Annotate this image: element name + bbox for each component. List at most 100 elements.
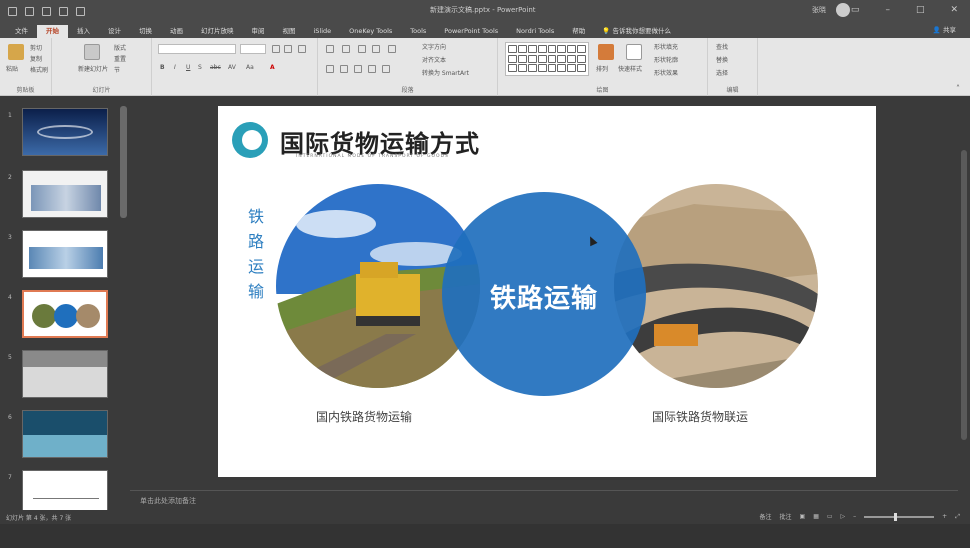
font-name-combo[interactable] [158, 44, 236, 54]
tell-me-search[interactable]: 💡 告诉我你想要做什么 [602, 25, 671, 38]
customize-toolbar-icon[interactable] [76, 6, 85, 16]
thumbnail-scrollbar[interactable] [120, 106, 127, 218]
tab-animations[interactable]: 动画 [161, 25, 192, 38]
shape-effects-button[interactable]: 形状效果 [654, 68, 678, 77]
shadow-button[interactable]: S [198, 64, 202, 71]
tab-transitions[interactable]: 切换 [130, 25, 161, 38]
justify-icon[interactable] [368, 65, 376, 73]
section-button[interactable]: 节 [114, 65, 120, 74]
bold-button[interactable]: B [160, 64, 165, 71]
arrange-icon[interactable] [598, 44, 614, 60]
underline-button[interactable]: U [186, 64, 190, 71]
numbering-icon[interactable] [342, 45, 350, 53]
notes-toggle[interactable]: 备注 [759, 512, 771, 521]
tab-tools[interactable]: Tools [401, 25, 435, 38]
shapes-gallery[interactable] [505, 42, 589, 76]
comments-toggle[interactable]: 批注 [780, 512, 792, 521]
slide-thumbnail[interactable] [22, 410, 108, 458]
tab-view[interactable]: 视图 [274, 25, 305, 38]
line-spacing-icon[interactable] [388, 45, 396, 53]
tab-insert[interactable]: 插入 [68, 25, 99, 38]
start-from-beginning-icon[interactable] [59, 6, 68, 16]
reading-view-icon[interactable]: ▭ [827, 513, 833, 520]
share-button[interactable]: 👤 共享 [933, 24, 956, 34]
tab-pptools[interactable]: PowerPoint Tools [435, 25, 507, 38]
slide-thumbnail[interactable] [22, 108, 108, 156]
slide-canvas[interactable]: 国际货物运输方式 INTERNATIONAL MODE OF TRANSPORT… [218, 106, 876, 477]
tab-onekey[interactable]: OneKey Tools [340, 25, 401, 38]
tab-nordri[interactable]: Nordri Tools [507, 25, 563, 38]
slide-scrollbar[interactable] [958, 96, 970, 510]
sorter-view-icon[interactable]: ▦ [813, 513, 819, 520]
paste-icon[interactable] [8, 44, 24, 60]
align-center-icon[interactable] [340, 65, 348, 73]
change-case-button[interactable]: Aa [246, 64, 254, 71]
decrease-indent-icon[interactable] [358, 45, 366, 53]
slide-thumbnail[interactable] [22, 350, 108, 398]
scrollbar-thumb[interactable] [961, 150, 967, 440]
shape-outline-button[interactable]: 形状轮廓 [654, 55, 678, 64]
save-icon[interactable] [8, 6, 17, 16]
redo-icon[interactable] [42, 6, 51, 16]
zoom-slider[interactable] [864, 512, 935, 521]
decrease-font-icon[interactable] [284, 45, 292, 53]
bullets-icon[interactable] [326, 45, 334, 53]
slide-vertical-text[interactable]: 铁 路 运 输 [246, 204, 266, 304]
minimize-icon[interactable]: – [885, 5, 890, 15]
find-button[interactable]: 查找 [716, 42, 728, 51]
font-color-button[interactable]: A [270, 64, 275, 71]
columns-icon[interactable] [382, 65, 390, 73]
increase-font-icon[interactable] [272, 45, 280, 53]
layout-button[interactable]: 版式 [114, 43, 126, 52]
avatar[interactable] [836, 3, 850, 17]
quick-styles-button[interactable]: 快速样式 [618, 64, 642, 73]
font-size-combo[interactable] [240, 44, 266, 54]
replace-button[interactable]: 替换 [716, 55, 728, 64]
shape-fill-button[interactable]: 形状填充 [654, 42, 678, 51]
select-button[interactable]: 选择 [716, 68, 728, 77]
tab-file[interactable]: 文件 [6, 25, 37, 38]
undo-icon[interactable] [25, 6, 34, 16]
zoom-out-icon[interactable]: – [853, 513, 856, 520]
slide-thumbnail[interactable] [22, 170, 108, 218]
slide-thumbnail-selected[interactable] [22, 290, 108, 338]
tab-islide[interactable]: iSlide [305, 25, 341, 38]
align-text-button[interactable]: 对齐文本 [422, 55, 446, 64]
increase-indent-icon[interactable] [372, 45, 380, 53]
right-caption[interactable]: 国际铁路货物联运 [652, 408, 748, 425]
tab-slideshow[interactable]: 幻灯片放映 [192, 25, 243, 38]
normal-view-icon[interactable]: ▣ [800, 513, 806, 520]
convert-smartart-button[interactable]: 转换为 SmartArt [422, 68, 469, 77]
copy-button[interactable]: 复制 [30, 54, 42, 63]
tab-review[interactable]: 审阅 [243, 25, 274, 38]
left-caption[interactable]: 国内铁路货物运输 [316, 408, 412, 425]
zoom-in-icon[interactable]: + [942, 513, 947, 520]
align-right-icon[interactable] [354, 65, 362, 73]
strikethrough-button[interactable]: abc [210, 64, 221, 71]
tab-home[interactable]: 开始 [37, 25, 68, 38]
collapse-ribbon-icon[interactable]: ˄ [956, 84, 960, 93]
new-slide-button[interactable]: 新建幻灯片 [78, 64, 108, 73]
slide-thumbnail[interactable] [22, 230, 108, 278]
maximize-icon[interactable]: □ [916, 5, 925, 15]
tab-help[interactable]: 帮助 [563, 25, 594, 38]
format-painter-button[interactable]: 格式刷 [30, 65, 48, 74]
slide-subtitle[interactable]: INTERNATIONAL MODE OF TRANSPORT OF GOODS [296, 154, 449, 159]
paste-button[interactable]: 粘贴 [6, 64, 18, 73]
align-left-icon[interactable] [326, 65, 334, 73]
clear-formatting-icon[interactable] [298, 45, 306, 53]
close-icon[interactable]: ✕ [950, 5, 958, 15]
arrange-button[interactable]: 排列 [596, 64, 608, 73]
reset-button[interactable]: 重置 [114, 54, 126, 63]
ribbon-display-icon[interactable]: ▭ [851, 5, 860, 15]
notes-pane[interactable]: 单击此处添加备注 [130, 490, 958, 510]
user-name[interactable]: 张晓 [812, 5, 826, 15]
zoom-slider-handle[interactable] [894, 512, 898, 521]
center-label[interactable]: 铁路运输 [442, 278, 646, 315]
new-slide-icon[interactable] [84, 44, 100, 60]
char-spacing-button[interactable]: AV [228, 64, 236, 71]
tab-design[interactable]: 设计 [99, 25, 130, 38]
italic-button[interactable]: I [174, 64, 176, 71]
cut-button[interactable]: 剪切 [30, 43, 42, 52]
fit-to-window-icon[interactable]: ⤢ [955, 513, 960, 521]
